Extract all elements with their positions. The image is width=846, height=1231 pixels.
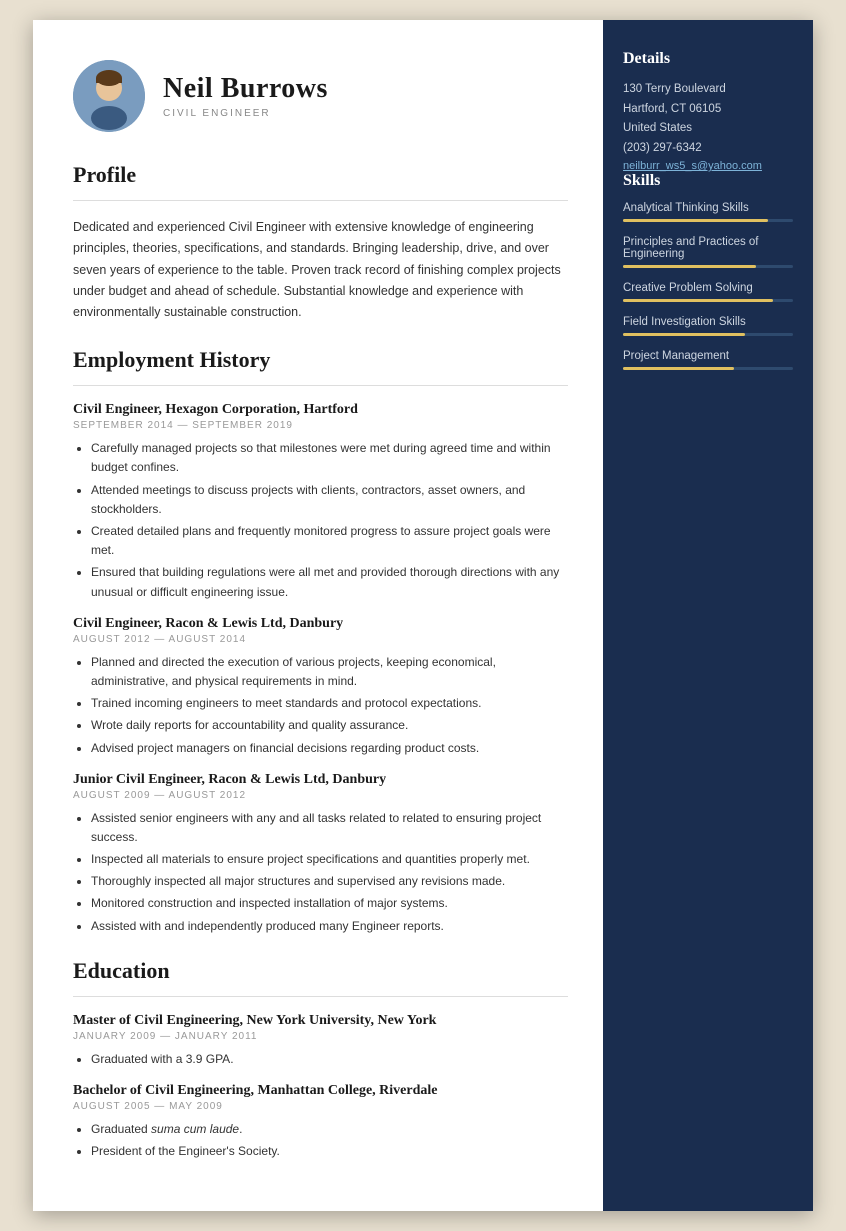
list-item: Ensured that building regulations were a… <box>91 563 568 601</box>
job-2: Civil Engineer, Racon & Lewis Ltd, Danbu… <box>73 616 568 758</box>
list-item: Created detailed plans and frequently mo… <box>91 522 568 560</box>
list-item: Assisted senior engineers with any and a… <box>91 809 568 847</box>
education-title: Education <box>73 958 568 984</box>
job-1-dates: September 2014 — September 2019 <box>73 420 568 431</box>
degree-1-dates: January 2009 — January 2011 <box>73 1031 568 1042</box>
skill-item: Creative Problem Solving <box>623 282 793 302</box>
list-item: Attended meetings to discuss projects wi… <box>91 481 568 519</box>
skills-section-title: Skills <box>623 172 793 190</box>
left-column: Neil Burrows Civil Engineer Profile Dedi… <box>33 20 603 1211</box>
skill-item: Principles and Practices of Engineering <box>623 236 793 268</box>
degree-2: Bachelor of Civil Engineering, Manhattan… <box>73 1083 568 1161</box>
job-2-title: Civil Engineer, Racon & Lewis Ltd, Danbu… <box>73 616 568 632</box>
degree-2-dates: August 2005 — May 2009 <box>73 1101 568 1112</box>
job-1: Civil Engineer, Hexagon Corporation, Har… <box>73 402 568 602</box>
list-item: President of the Engineer's Society. <box>91 1142 568 1161</box>
list-item: Advised project managers on financial de… <box>91 739 568 758</box>
job-2-dates: August 2012 — August 2014 <box>73 634 568 645</box>
address-line1: 130 Terry Boulevard <box>623 80 793 100</box>
job-3-bullets: Assisted senior engineers with any and a… <box>73 809 568 936</box>
employment-title: Employment History <box>73 347 568 373</box>
list-item: Assisted with and independently produced… <box>91 917 568 936</box>
job-3-title: Junior Civil Engineer, Racon & Lewis Ltd… <box>73 772 568 788</box>
avatar <box>73 60 145 132</box>
right-column: Details 130 Terry Boulevard Hartford, CT… <box>603 20 813 1211</box>
details-section-title: Details <box>623 50 793 68</box>
skill-bar-bg <box>623 265 793 268</box>
skill-bar-fill <box>623 333 745 336</box>
job-1-bullets: Carefully managed projects so that miles… <box>73 439 568 602</box>
list-item: Wrote daily reports for accountability a… <box>91 716 568 735</box>
skill-name: Creative Problem Solving <box>623 282 793 294</box>
list-item: Trained incoming engineers to meet stand… <box>91 694 568 713</box>
list-item: Monitored construction and inspected ins… <box>91 894 568 913</box>
skill-name: Field Investigation Skills <box>623 316 793 328</box>
education-divider <box>73 996 568 997</box>
list-item: Thoroughly inspected all major structure… <box>91 872 568 891</box>
header-info: Neil Burrows Civil Engineer <box>163 73 328 119</box>
email[interactable]: neilburr_ws5_s@yahoo.com <box>623 160 793 172</box>
profile-text: Dedicated and experienced Civil Engineer… <box>73 217 568 323</box>
list-item: Planned and directed the execution of va… <box>91 653 568 691</box>
skill-bar-bg <box>623 299 793 302</box>
job-3-dates: August 2009 — August 2012 <box>73 790 568 801</box>
skill-item: Analytical Thinking Skills <box>623 202 793 222</box>
skill-name: Principles and Practices of Engineering <box>623 236 793 260</box>
skill-name: Project Management <box>623 350 793 362</box>
list-item: Graduated with a 3.9 GPA. <box>91 1050 568 1069</box>
job-2-bullets: Planned and directed the execution of va… <box>73 653 568 758</box>
degree-2-bullets: Graduated suma cum laude. President of t… <box>73 1120 568 1161</box>
list-item: Carefully managed projects so that miles… <box>91 439 568 477</box>
profile-section: Profile Dedicated and experienced Civil … <box>73 162 568 323</box>
candidate-name: Neil Burrows <box>163 73 328 105</box>
skill-item: Project Management <box>623 350 793 370</box>
list-item: Graduated suma cum laude. <box>91 1120 568 1139</box>
employment-section: Employment History Civil Engineer, Hexag… <box>73 347 568 936</box>
resume-wrapper: Neil Burrows Civil Engineer Profile Dedi… <box>33 20 813 1211</box>
skill-bar-fill <box>623 265 756 268</box>
profile-divider <box>73 200 568 201</box>
skill-name: Analytical Thinking Skills <box>623 202 793 214</box>
skill-bar-fill <box>623 367 734 370</box>
skill-bar-bg <box>623 219 793 222</box>
employment-divider <box>73 385 568 386</box>
job-3: Junior Civil Engineer, Racon & Lewis Ltd… <box>73 772 568 936</box>
candidate-title: Civil Engineer <box>163 108 328 119</box>
details-section: Details 130 Terry Boulevard Hartford, CT… <box>623 50 793 172</box>
profile-title: Profile <box>73 162 568 188</box>
job-1-title: Civil Engineer, Hexagon Corporation, Har… <box>73 402 568 418</box>
skill-bar-bg <box>623 367 793 370</box>
skill-bar-bg <box>623 333 793 336</box>
skills-section: Skills Analytical Thinking Skills Princi… <box>623 172 793 370</box>
degree-1-bullets: Graduated with a 3.9 GPA. <box>73 1050 568 1069</box>
phone: (203) 297-6342 <box>623 139 793 159</box>
list-item: Inspected all materials to ensure projec… <box>91 850 568 869</box>
address-line3: United States <box>623 119 793 139</box>
skill-bar-fill <box>623 219 768 222</box>
degree-1: Master of Civil Engineering, New York Un… <box>73 1013 568 1069</box>
education-section: Education Master of Civil Engineering, N… <box>73 958 568 1162</box>
resume-header: Neil Burrows Civil Engineer <box>73 60 568 132</box>
degree-2-title: Bachelor of Civil Engineering, Manhattan… <box>73 1083 568 1099</box>
skill-bar-fill <box>623 299 773 302</box>
degree-1-title: Master of Civil Engineering, New York Un… <box>73 1013 568 1029</box>
address-line2: Hartford, CT 06105 <box>623 100 793 120</box>
skill-item: Field Investigation Skills <box>623 316 793 336</box>
